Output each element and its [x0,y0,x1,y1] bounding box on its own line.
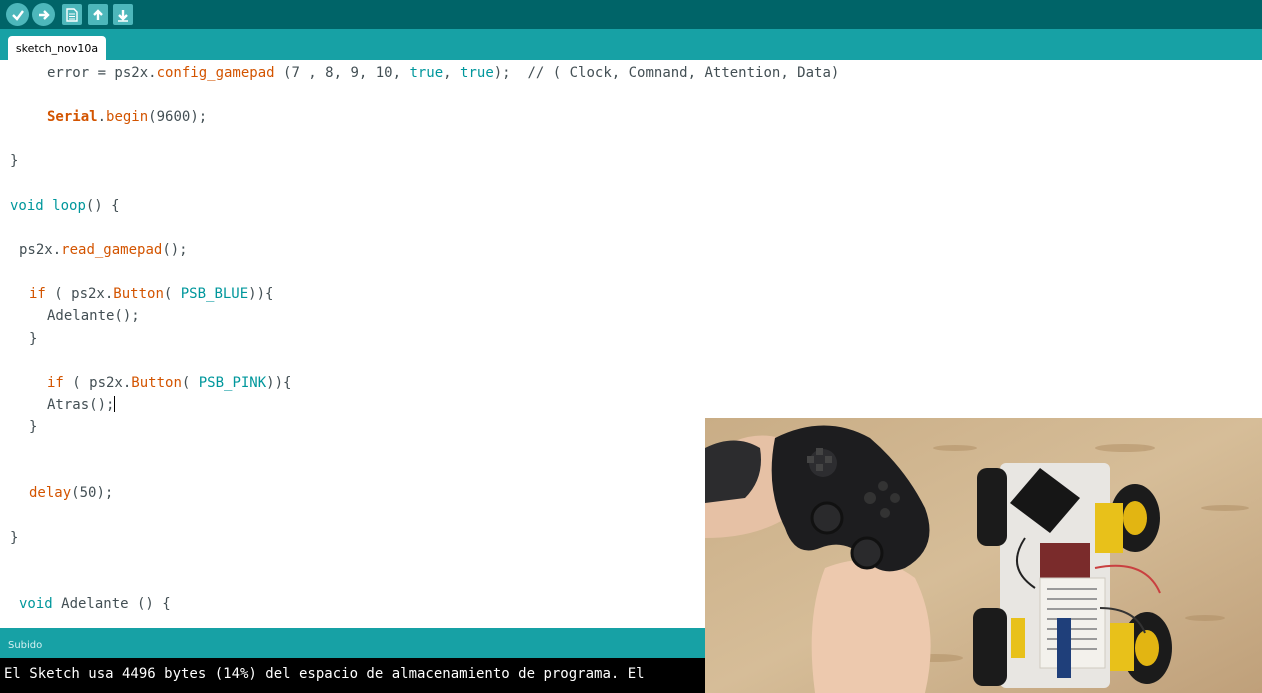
new-file-icon [66,7,78,22]
code-line: } [10,530,19,546]
toolbar [0,0,1262,29]
new-button[interactable] [62,4,82,25]
code-line: Adelante(); [47,308,140,324]
code-line: if ( ps2x.Button( PSB_BLUE)){ [29,286,274,302]
code-line: if ( ps2x.Button( PSB_PINK)){ [47,375,292,391]
status-text: Subido [8,640,43,651]
open-button[interactable] [88,4,108,25]
save-button[interactable] [113,4,133,25]
code-line: Atras(); [47,396,116,413]
arrow-up-icon [93,8,103,20]
code-line: delay(50); [29,485,114,501]
code-line: void Adelante () { [19,596,171,612]
arrow-right-icon [38,9,50,20]
console-line: El Sketch usa 4496 bytes (14%) del espac… [4,666,645,682]
code-line: Serial.begin(9600); [47,109,208,125]
code-line: error = ps2x.config_gamepad (7 , 8, 9, 1… [47,65,840,81]
code-line: } [10,153,19,169]
verify-button[interactable] [6,3,29,26]
text-cursor [114,396,116,412]
check-icon [11,9,24,21]
upload-button[interactable] [32,3,55,26]
tab-bar: sketch_nov10a [0,29,1262,60]
status-bar: Subido [0,628,705,658]
tab-sketch[interactable]: sketch_nov10a [8,36,106,60]
arrow-down-icon [118,9,128,22]
code-line: ps2x.read_gamepad(); [19,242,188,258]
code-line: } [29,419,38,435]
code-line: } [29,331,38,347]
code-line: void loop() { [10,198,120,214]
console-output: El Sketch usa 4496 bytes (14%) del espac… [0,658,705,693]
robot-car-gamepad-photo [705,418,1262,693]
webcam-video-overlay [705,418,1262,693]
